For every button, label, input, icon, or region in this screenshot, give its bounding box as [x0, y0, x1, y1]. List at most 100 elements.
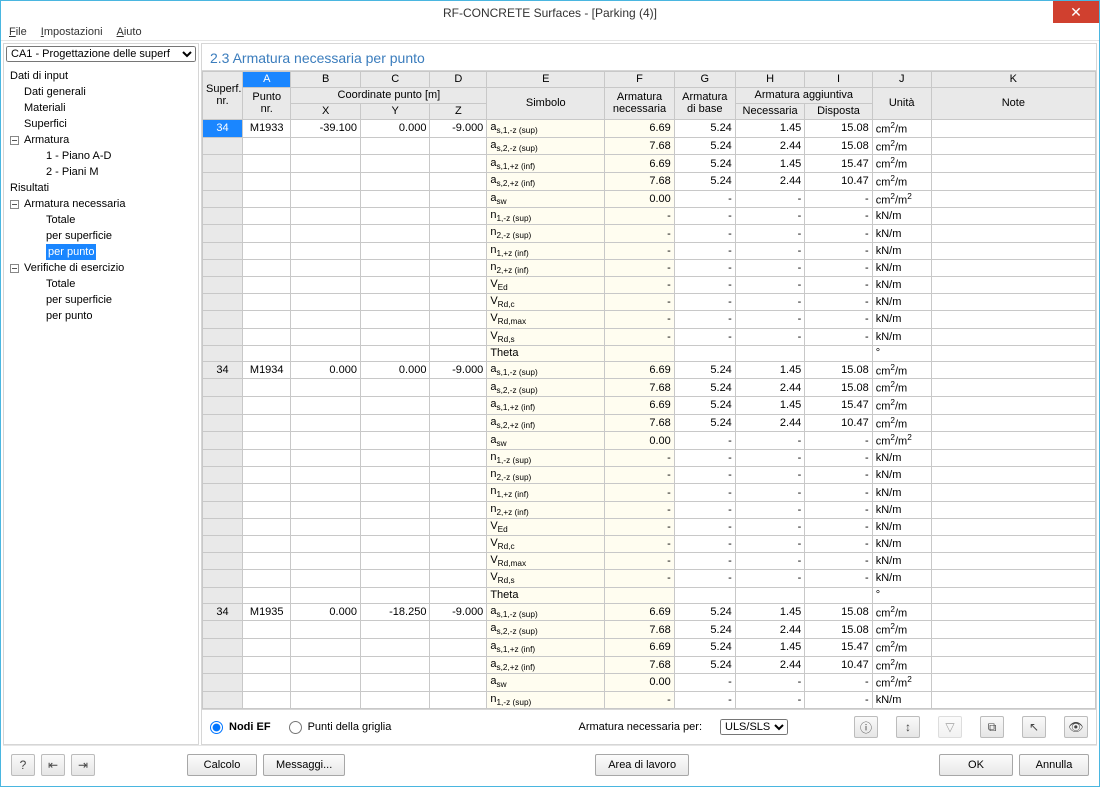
col-symbol[interactable]: Simbolo	[487, 87, 605, 119]
tree-general[interactable]: Dati generali	[6, 84, 196, 100]
table-row[interactable]: as,2,+z (inf)7.685.242.4410.47cm2/m	[203, 656, 1096, 674]
col-letter-B[interactable]: B	[291, 71, 361, 87]
title-bar: RF-CONCRETE Surfaces - [Parking (4)] ✕	[1, 1, 1099, 25]
cancel-button[interactable]: Annulla	[1019, 754, 1089, 776]
col-letter-D[interactable]: D	[430, 71, 487, 87]
table-row[interactable]: VRd,max----kN/m	[203, 311, 1096, 328]
table-row[interactable]: as,2,-z (sup)7.685.242.4415.08cm2/m	[203, 379, 1096, 397]
help-icon[interactable]: ?	[11, 754, 35, 776]
tree-reinf-1[interactable]: 1 - Piano A-D	[6, 148, 196, 164]
table-row[interactable]: n1,+z (inf)----kN/m	[203, 242, 1096, 259]
table-row[interactable]: VRd,c----kN/m	[203, 535, 1096, 552]
col-coord[interactable]: Coordinate punto [m]	[291, 87, 487, 103]
col-note[interactable]: Note	[931, 87, 1095, 119]
radio-fe-nodes[interactable]: Nodi EF	[210, 721, 271, 734]
filter-sort-icon[interactable]: ↕	[896, 716, 920, 738]
prev-module-icon[interactable]: ⇤	[41, 754, 65, 776]
col-surf-nr[interactable]: Superf.nr.	[203, 71, 243, 119]
table-row[interactable]: n2,+z (inf)----kN/m	[203, 259, 1096, 276]
result-grid-wrap[interactable]: Superf.nr. A B C D E F G H I J	[202, 70, 1096, 709]
col-required[interactable]: Armaturanecessaria	[605, 87, 675, 119]
tree-s-by-surface[interactable]: per superficie	[6, 292, 196, 308]
col-z[interactable]: Z	[430, 103, 487, 119]
tree-reinf-2[interactable]: 2 - Piani M	[6, 164, 196, 180]
menu-file[interactable]: File	[9, 26, 27, 38]
col-base[interactable]: Armaturadi base	[674, 87, 735, 119]
table-row[interactable]: as,1,+z (inf)6.695.241.4515.47cm2/m	[203, 397, 1096, 415]
tree-surfaces[interactable]: Superfici	[6, 116, 196, 132]
table-row[interactable]: VRd,c----kN/m	[203, 294, 1096, 311]
table-row[interactable]: VEd----kN/m	[203, 518, 1096, 535]
table-row[interactable]: n1,-z (sup)----kN/m	[203, 691, 1096, 708]
menu-help[interactable]: Aiuto	[117, 26, 142, 38]
table-row[interactable]: 34M19340.0000.000-9.000as,1,-z (sup)6.69…	[203, 361, 1096, 379]
calc-button[interactable]: Calcolo	[187, 754, 257, 776]
table-row[interactable]: VRd,max----kN/m	[203, 553, 1096, 570]
table-row[interactable]: VRd,s----kN/m	[203, 570, 1096, 587]
tree-serviceability[interactable]: Verifiche di esercizio	[6, 260, 196, 276]
combo-limitstates[interactable]: ULS/SLS	[720, 719, 788, 735]
table-row[interactable]: as,2,-z (sup)7.685.242.4415.08cm2/m	[203, 621, 1096, 639]
table-row[interactable]: asw0.00---cm2/m2	[203, 674, 1096, 692]
col-letter-G[interactable]: G	[674, 71, 735, 87]
table-row[interactable]: VRd,s----kN/m	[203, 328, 1096, 345]
view-settings-icon[interactable]: ⧉	[980, 716, 1004, 738]
table-row[interactable]: n2,-z (sup)----kN/m	[203, 467, 1096, 484]
col-letter-H[interactable]: H	[735, 71, 805, 87]
tree-input-data[interactable]: Dati di input	[6, 68, 196, 84]
table-row[interactable]: asw0.00---cm2/m2	[203, 432, 1096, 450]
table-row[interactable]: as,1,+z (inf)6.695.241.4515.47cm2/m	[203, 638, 1096, 656]
workspace-button[interactable]: Area di lavoro	[595, 754, 689, 776]
col-additional[interactable]: Armatura aggiuntiva	[735, 87, 872, 103]
tree-results[interactable]: Risultati	[6, 180, 196, 196]
ok-button[interactable]: OK	[939, 754, 1013, 776]
table-row[interactable]: Theta°	[203, 345, 1096, 361]
col-letter-E[interactable]: E	[487, 71, 605, 87]
col-letter-K[interactable]: K	[931, 71, 1095, 87]
table-row[interactable]: n1,-z (sup)----kN/m	[203, 450, 1096, 467]
table-row[interactable]: 34M1933-39.1000.000-9.000as,1,-z (sup)6.…	[203, 119, 1096, 137]
tree-reinforcement[interactable]: Armatura	[6, 132, 196, 148]
table-row[interactable]: n1,+z (inf)----kN/m	[203, 484, 1096, 501]
col-letter-J[interactable]: J	[872, 71, 931, 87]
table-row[interactable]: n2,-z (sup)----kN/m	[203, 225, 1096, 242]
col-add-req[interactable]: Necessaria	[735, 103, 805, 119]
table-row[interactable]: VEd----kN/m	[203, 277, 1096, 294]
table-row[interactable]: as,2,-z (sup)7.685.242.4415.08cm2/m	[203, 137, 1096, 155]
col-x[interactable]: X	[291, 103, 361, 119]
messages-button[interactable]: Messaggi...	[263, 754, 345, 776]
tree-by-point[interactable]: per punto	[6, 244, 196, 260]
tree-by-surface[interactable]: per superficie	[6, 228, 196, 244]
eye-icon[interactable]: 👁	[1064, 716, 1088, 738]
tree-materials[interactable]: Materiali	[6, 100, 196, 116]
table-row[interactable]: n2,+z (inf)----kN/m	[203, 501, 1096, 518]
table-row[interactable]: Theta°	[203, 587, 1096, 603]
col-letter-C[interactable]: C	[360, 71, 430, 87]
table-row[interactable]: as,1,+z (inf)6.695.241.4515.47cm2/m	[203, 155, 1096, 173]
menu-settings[interactable]: Impostazioni	[41, 26, 103, 38]
tree-required-reinf[interactable]: Armatura necessaria	[6, 196, 196, 212]
col-y[interactable]: Y	[360, 103, 430, 119]
pick-icon[interactable]: ↖	[1022, 716, 1046, 738]
col-letter-I[interactable]: I	[805, 71, 872, 87]
col-unit[interactable]: Unità	[872, 87, 931, 119]
result-grid[interactable]: Superf.nr. A B C D E F G H I J	[202, 71, 1096, 709]
table-row[interactable]: 34M19350.000-18.250-9.000as,1,-z (sup)6.…	[203, 603, 1096, 621]
next-module-icon[interactable]: ⇥	[71, 754, 95, 776]
table-row[interactable]: as,2,+z (inf)7.685.242.4410.47cm2/m	[203, 414, 1096, 432]
table-row[interactable]: as,2,+z (inf)7.685.242.4410.47cm2/m	[203, 172, 1096, 190]
tree-total[interactable]: Totale	[6, 212, 196, 228]
col-point[interactable]: Puntonr.	[243, 87, 291, 119]
filter-icon[interactable]: ▽	[938, 716, 962, 738]
close-button[interactable]: ✕	[1053, 1, 1099, 23]
col-letter-F[interactable]: F	[605, 71, 675, 87]
tree-s-total[interactable]: Totale	[6, 276, 196, 292]
col-add-prov[interactable]: Disposta	[805, 103, 872, 119]
info-icon[interactable]: ⓘ	[854, 716, 878, 738]
radio-grid-points[interactable]: Punti della griglia	[289, 721, 392, 734]
col-letter-A[interactable]: A	[243, 71, 291, 87]
table-row[interactable]: asw0.00---cm2/m2	[203, 190, 1096, 208]
tree-s-by-point[interactable]: per punto	[6, 308, 196, 324]
case-combobox[interactable]: CA1 - Progettazione delle superf	[6, 46, 196, 62]
table-row[interactable]: n1,-z (sup)----kN/m	[203, 208, 1096, 225]
